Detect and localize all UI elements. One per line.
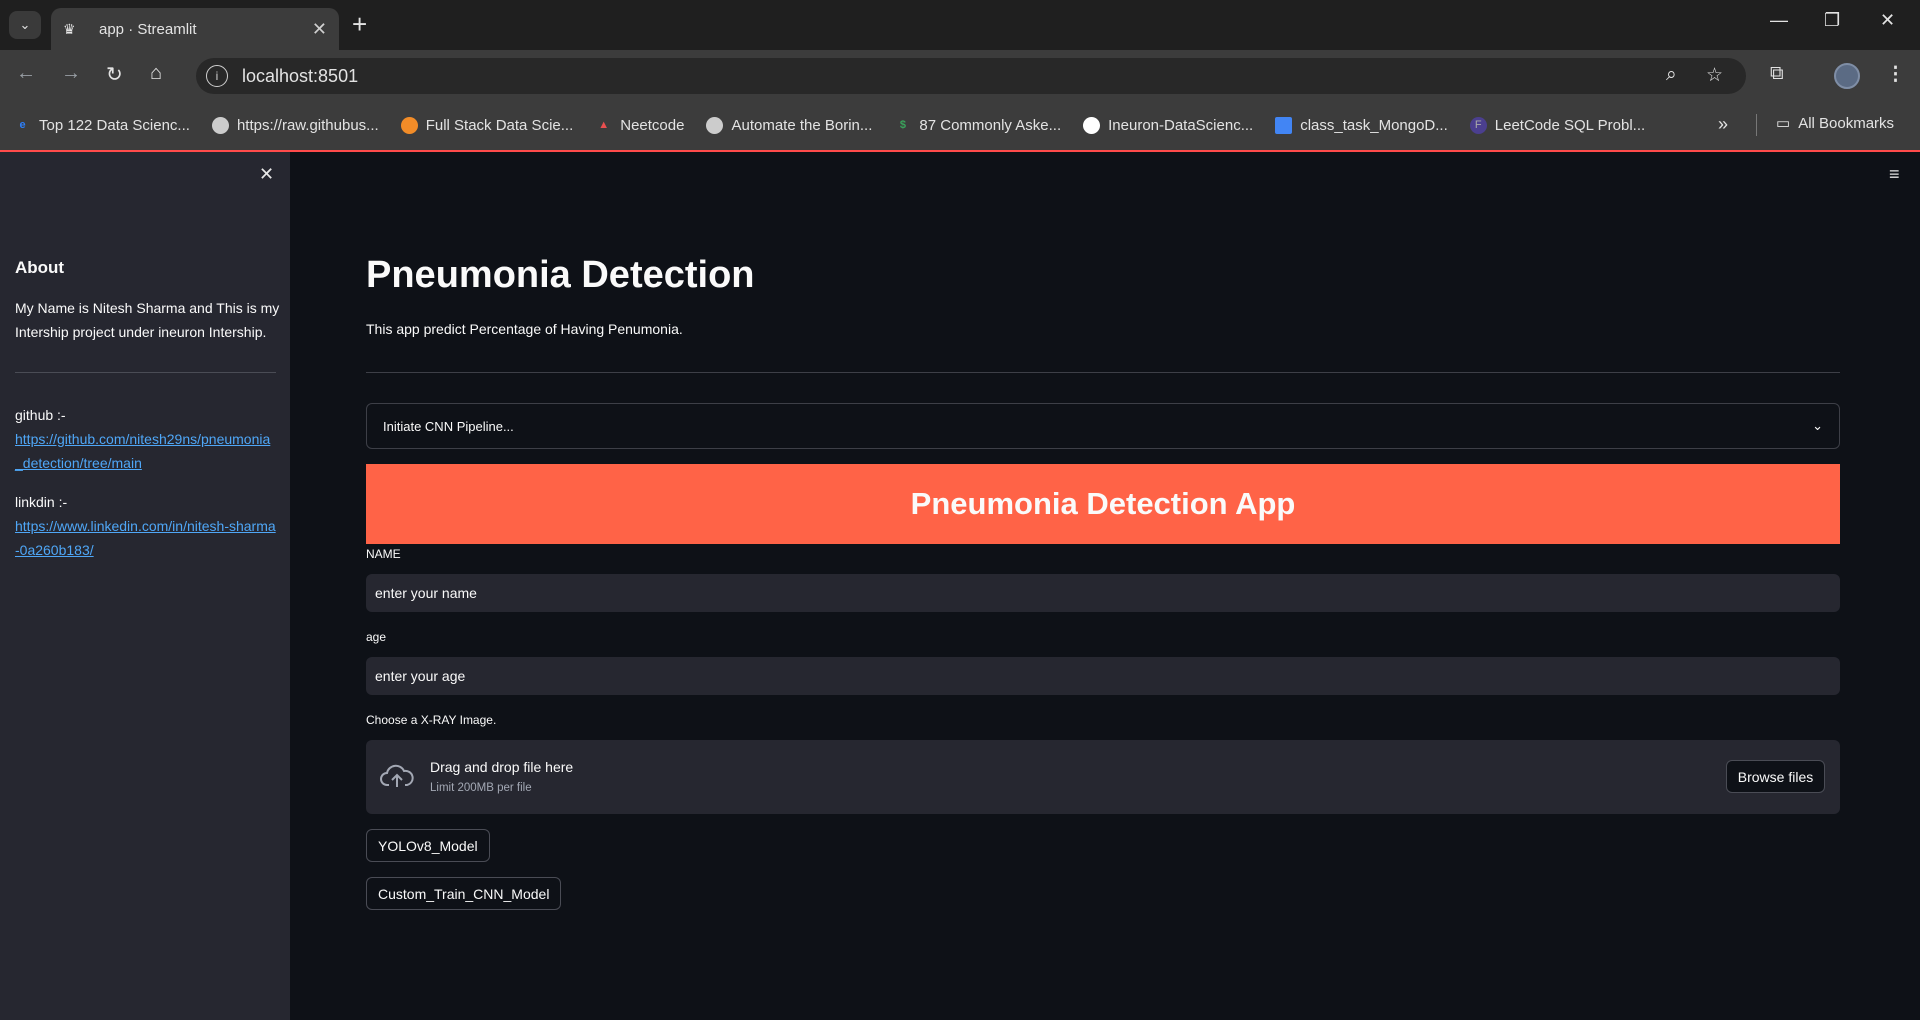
cnn-pipeline-expander[interactable]: Initiate CNN Pipeline... ⌄	[366, 403, 1840, 449]
page-title: Pneumonia Detection	[366, 254, 755, 296]
site-info-icon[interactable]: i	[206, 65, 228, 87]
bookmark-item[interactable]: Full Stack Data Scie...	[400, 116, 574, 134]
sidebar: ✕ About My Name is Nitesh Sharma and Thi…	[0, 152, 290, 1020]
age-input[interactable]: enter your age	[366, 657, 1840, 695]
rocket-icon: ▲	[598, 119, 610, 131]
el-icon: e	[19, 119, 26, 131]
zoom-icon[interactable]: ⌕	[1666, 64, 1677, 86]
cloud-upload-icon	[380, 764, 414, 787]
upload-dropzone-title: Drag and drop file here	[430, 759, 574, 775]
upload-limit-text: Limit 200MB per file	[430, 782, 532, 794]
bookmark-label: class_task_MongoD...	[1300, 116, 1448, 134]
close-window-icon[interactable]: ✕	[1880, 10, 1895, 31]
page-subtitle: This app predict Percentage of Having Pe…	[366, 321, 683, 337]
streamlit-crown-icon: ♛	[63, 20, 76, 37]
globe-icon	[706, 116, 724, 134]
address-bar[interactable]: i localhost:8501 ⌕ ☆	[196, 58, 1746, 94]
new-tab-button[interactable]: +	[352, 10, 367, 38]
file-uploader[interactable]: Drag and drop file here Limit 200MB per …	[366, 740, 1840, 814]
bookmark-item[interactable]: class_task_MongoD...	[1275, 116, 1448, 134]
bookmark-item[interactable]: https://raw.githubus...	[211, 116, 379, 134]
browser-tab[interactable]: ♛ app · Streamlit ✕	[51, 8, 339, 50]
dollar-icon: $	[899, 119, 906, 131]
bookmark-label: LeetCode SQL Probl...	[1494, 116, 1646, 134]
linkedin-label: linkdin :-	[15, 494, 68, 510]
profile-avatar[interactable]	[1834, 63, 1860, 89]
tab-title: app · Streamlit	[99, 20, 197, 38]
bookmark-label: Full Stack Data Scie...	[425, 116, 574, 134]
home-icon[interactable]: ⌂	[150, 62, 162, 85]
reload-icon[interactable]: ↻	[106, 62, 123, 87]
chevron-down-icon: ⌄	[1812, 418, 1823, 433]
github-icon	[1083, 116, 1101, 134]
f-icon: F	[1469, 116, 1487, 134]
sidebar-heading: About	[15, 258, 65, 277]
app-banner: Pneumonia Detection App	[366, 464, 1840, 544]
main-divider	[366, 372, 1840, 373]
bookmark-label: https://raw.githubus...	[236, 116, 379, 134]
upload-label: Choose a X-RAY Image.	[366, 713, 497, 727]
name-input[interactable]: enter your name	[366, 574, 1840, 612]
orange-circle-icon	[400, 116, 418, 134]
bookmark-label: Neetcode	[620, 116, 685, 134]
cnn-model-button[interactable]: Custom_Train_CNN_Model	[366, 877, 562, 910]
name-label: NAME	[366, 547, 401, 561]
bookmark-item[interactable]: e Top 122 Data Scienc...	[14, 117, 190, 134]
doc-icon	[1275, 116, 1293, 134]
close-sidebar-icon[interactable]: ✕	[259, 164, 274, 185]
github-link[interactable]: https://github.com/nitesh29ns/pneumonia_…	[15, 427, 277, 475]
bookmark-label: Ineuron-DataScienc...	[1108, 116, 1254, 134]
all-bookmarks-label: All Bookmarks	[1798, 114, 1895, 132]
linkedin-link[interactable]: https://www.linkedin.com/in/nitesh-sharm…	[15, 514, 277, 562]
bookmark-item[interactable]: Automate the Borin...	[706, 116, 873, 134]
bookmark-label: 87 Commonly Aske...	[919, 116, 1062, 134]
url-text: localhost:8501	[242, 65, 359, 86]
bookmark-item[interactable]: $87 Commonly Aske...	[894, 117, 1061, 134]
browse-files-button[interactable]: Browse files	[1726, 760, 1825, 793]
bookmark-item[interactable]: F LeetCode SQL Probl...	[1469, 116, 1646, 134]
folder-icon: ▭	[1776, 115, 1791, 132]
expander-label: Initiate CNN Pipeline...	[383, 418, 514, 434]
more-bookmarks-icon[interactable]: »	[1718, 114, 1728, 135]
tab-search-button[interactable]: ⌄	[9, 11, 41, 39]
bookmark-separator	[1756, 114, 1757, 136]
extensions-icon[interactable]: ⧉	[1770, 63, 1784, 85]
close-tab-icon[interactable]: ✕	[312, 19, 327, 40]
browser-tabstrip: ⌄ ♛ app · Streamlit ✕ + — ❐ ✕	[0, 0, 1920, 50]
globe-icon	[211, 116, 229, 134]
all-bookmarks-button[interactable]: ▭ All Bookmarks	[1776, 114, 1895, 133]
restore-icon[interactable]: ❐	[1824, 10, 1840, 31]
yolo-model-button[interactable]: YOLOv8_Model	[366, 829, 490, 862]
bookmark-star-icon[interactable]: ☆	[1706, 64, 1723, 87]
bookmark-label: Automate the Borin...	[731, 116, 873, 134]
sidebar-divider	[15, 372, 276, 373]
browser-toolbar: ← → ↻ ⌂ i localhost:8501 ⌕ ☆ ⧉ ⋮	[0, 50, 1920, 100]
back-icon[interactable]: ←	[16, 62, 36, 85]
bookmark-item[interactable]: ▲ Neetcode	[595, 117, 684, 134]
bookmark-item[interactable]: Ineuron-DataScienc...	[1083, 116, 1254, 134]
about-text: My Name is Nitesh Sharma and This is my …	[15, 300, 280, 340]
github-label: github :-	[15, 407, 66, 423]
chrome-menu-icon[interactable]: ⋮	[1886, 63, 1905, 86]
bookmarks-bar: e Top 122 Data Scienc... https://raw.gith…	[0, 100, 1920, 152]
forward-icon[interactable]: →	[61, 62, 81, 85]
minimize-icon[interactable]: —	[1770, 10, 1788, 31]
hamburger-menu-icon[interactable]: ≡	[1889, 164, 1900, 185]
bookmark-label: Top 122 Data Scienc...	[39, 116, 190, 134]
age-label: age	[366, 630, 387, 644]
